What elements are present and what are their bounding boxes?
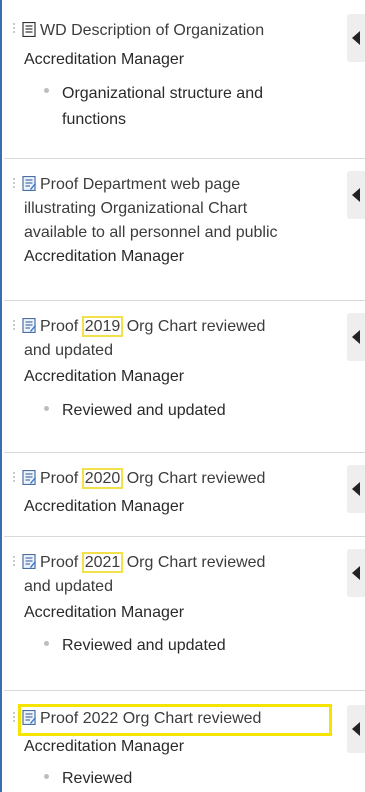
item-sub-line: functions xyxy=(62,111,127,128)
drag-handle[interactable] xyxy=(12,471,16,483)
proof-document-icon xyxy=(22,470,36,485)
list-item[interactable]: Proof Department web page illustrating O… xyxy=(4,158,365,298)
item-owner: Accreditation Manager xyxy=(24,248,185,265)
drag-handle[interactable] xyxy=(12,319,16,331)
item-owner: Accreditation Manager xyxy=(24,604,185,621)
year-highlight: 2019 xyxy=(81,316,124,337)
collapse-toggle[interactable] xyxy=(347,171,365,219)
list-item[interactable]: WD Description of Organization Accredita… xyxy=(4,0,365,150)
item-sub-line: Reviewed and updated xyxy=(62,637,226,654)
year-highlight: 2020 xyxy=(81,468,124,489)
list-item[interactable]: Proof 2021 Org Chart reviewed and update… xyxy=(4,536,365,686)
proof-document-icon xyxy=(22,554,36,569)
item-sub-line: Organizational structure and xyxy=(62,85,263,102)
chevron-left-icon xyxy=(352,566,360,580)
collapse-toggle[interactable] xyxy=(347,313,365,361)
bullet-icon xyxy=(44,774,49,779)
item-sub-line: Reviewed xyxy=(62,770,133,787)
proof-document-icon xyxy=(22,318,36,333)
item-title[interactable]: Proof 2021 Org Chart reviewed xyxy=(40,552,265,573)
item-owner: Accreditation Manager xyxy=(24,498,185,515)
chevron-left-icon xyxy=(352,330,360,344)
item-owner: Accreditation Manager xyxy=(24,738,185,755)
item-title[interactable]: WD Description of Organization xyxy=(40,22,264,39)
year-highlight: 2021 xyxy=(81,552,124,573)
list-item[interactable]: Proof 2019 Org Chart reviewed and update… xyxy=(4,300,365,450)
document-icon xyxy=(22,22,36,37)
bullet-icon xyxy=(44,641,49,646)
document-list-panel: WD Description of Organization Accredita… xyxy=(0,0,365,792)
item-sub-line: Reviewed and updated xyxy=(62,402,226,419)
item-title-line: and updated xyxy=(24,342,113,359)
collapse-toggle[interactable] xyxy=(347,465,365,513)
item-title[interactable]: Proof Department web page xyxy=(40,176,240,193)
drag-handle[interactable] xyxy=(12,555,16,567)
collapse-toggle[interactable] xyxy=(347,549,365,597)
bullet-icon xyxy=(44,406,49,411)
drag-handle[interactable] xyxy=(12,22,16,34)
item-title-line: and updated xyxy=(24,578,113,595)
chevron-left-icon xyxy=(352,188,360,202)
list-item[interactable]: Proof 2020 Org Chart reviewed Accreditat… xyxy=(4,452,365,532)
chevron-left-icon xyxy=(352,722,360,736)
item-title[interactable]: Proof 2020 Org Chart reviewed xyxy=(40,468,265,489)
chevron-left-icon xyxy=(352,31,360,45)
item-owner: Accreditation Manager xyxy=(24,368,185,385)
drag-handle[interactable] xyxy=(12,177,16,189)
item-owner: Accreditation Manager xyxy=(24,51,185,68)
item-title-line: illustrating Organizational Chart xyxy=(24,200,248,217)
title-highlight-box xyxy=(18,704,332,736)
chevron-left-icon xyxy=(352,482,360,496)
collapse-toggle[interactable] xyxy=(347,14,365,62)
collapse-toggle[interactable] xyxy=(347,705,365,753)
item-title-line: available to all personnel and public xyxy=(24,224,278,241)
drag-handle[interactable] xyxy=(12,711,16,723)
item-title[interactable]: Proof 2019 Org Chart reviewed xyxy=(40,316,265,337)
bullet-icon xyxy=(44,88,49,93)
proof-document-icon xyxy=(22,176,36,191)
